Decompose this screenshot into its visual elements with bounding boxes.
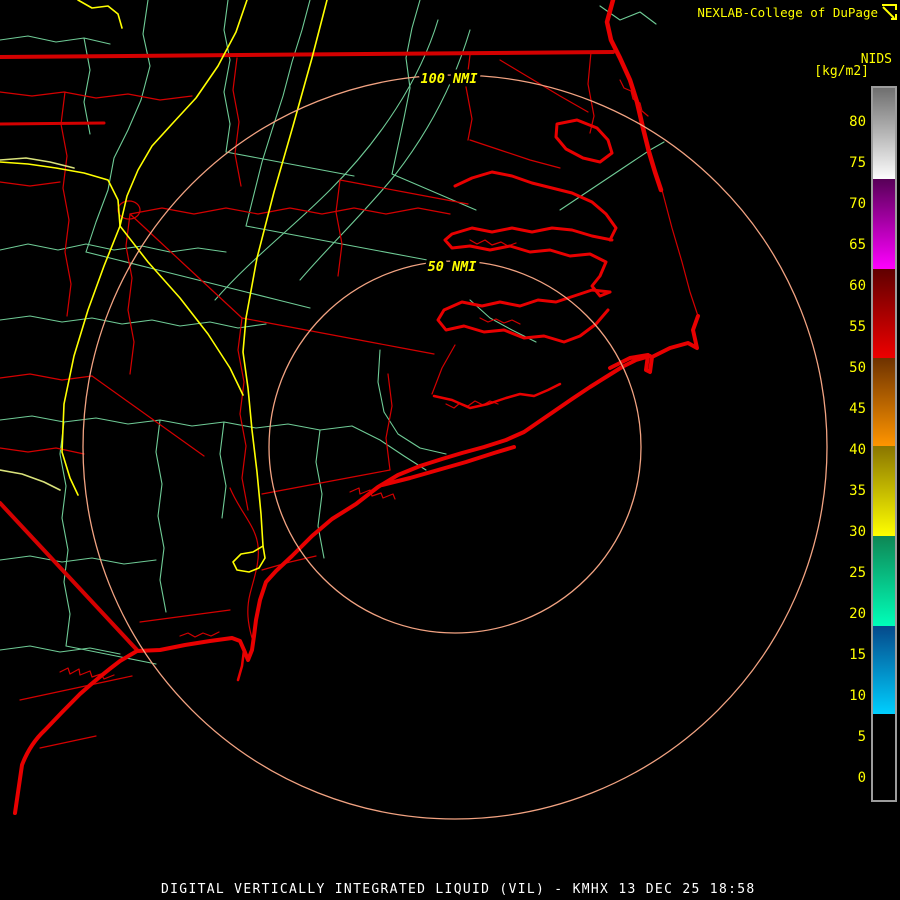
coastline-layer xyxy=(13,0,700,815)
range-rings-layer: 50 NMI 100 NMI xyxy=(82,68,828,820)
legend-tick-label: 30 xyxy=(849,524,866,540)
legend-tick-label: 15 xyxy=(849,647,866,663)
product-title: DIGITAL VERTICALLY INTEGRATED LIQUID (VI… xyxy=(161,882,756,897)
legend-tick-label: 10 xyxy=(849,688,866,704)
legend-units: [kg/m2] xyxy=(814,64,869,79)
range-ring-50nmi xyxy=(268,260,642,634)
legend-segment-yellow xyxy=(873,446,895,537)
legend-segment-blue xyxy=(873,625,895,715)
legend-tick-label: 20 xyxy=(849,606,866,622)
legend-tick-label: 0 xyxy=(857,770,866,786)
legend-segment-orange xyxy=(873,357,895,447)
radar-display: 50 NMI 100 NMI NEXLAB-College of DuPage N… xyxy=(0,0,900,900)
legend-tick-label: 60 xyxy=(849,278,866,294)
legend-tick-label: 70 xyxy=(849,196,866,212)
legend-segment-magenta xyxy=(873,178,895,269)
legend-tick-label: 50 xyxy=(849,360,866,376)
legend-tick-label: 75 xyxy=(849,155,866,171)
roads-layer xyxy=(0,50,699,749)
legend-tick-label: 80 xyxy=(849,114,866,130)
legend-tick-label: 65 xyxy=(849,237,866,253)
nexlab-logo-icon xyxy=(882,4,897,20)
highways-layer xyxy=(0,0,328,573)
legend-segment-green xyxy=(873,536,895,626)
legend-tick-label: 35 xyxy=(849,483,866,499)
legend-tick-label: 25 xyxy=(849,565,866,581)
legend-tick-label: 40 xyxy=(849,442,866,458)
range-ring-label: 100 NMI xyxy=(421,71,478,87)
legend-tick-label: 45 xyxy=(849,401,866,417)
legend-tick-label: 55 xyxy=(849,319,866,335)
county-lines-layer xyxy=(0,0,665,665)
brand-title: NEXLAB-College of DuPage xyxy=(697,5,878,20)
radar-map: 50 NMI 100 NMI xyxy=(0,0,828,820)
legend-tick-label: 5 xyxy=(857,729,866,745)
legend-segment-black xyxy=(873,714,895,798)
legend-colorbar xyxy=(871,86,897,802)
legend-segment-gray xyxy=(873,87,895,179)
range-ring-label: 50 NMI xyxy=(428,259,477,275)
legend-segment-red xyxy=(873,268,895,358)
